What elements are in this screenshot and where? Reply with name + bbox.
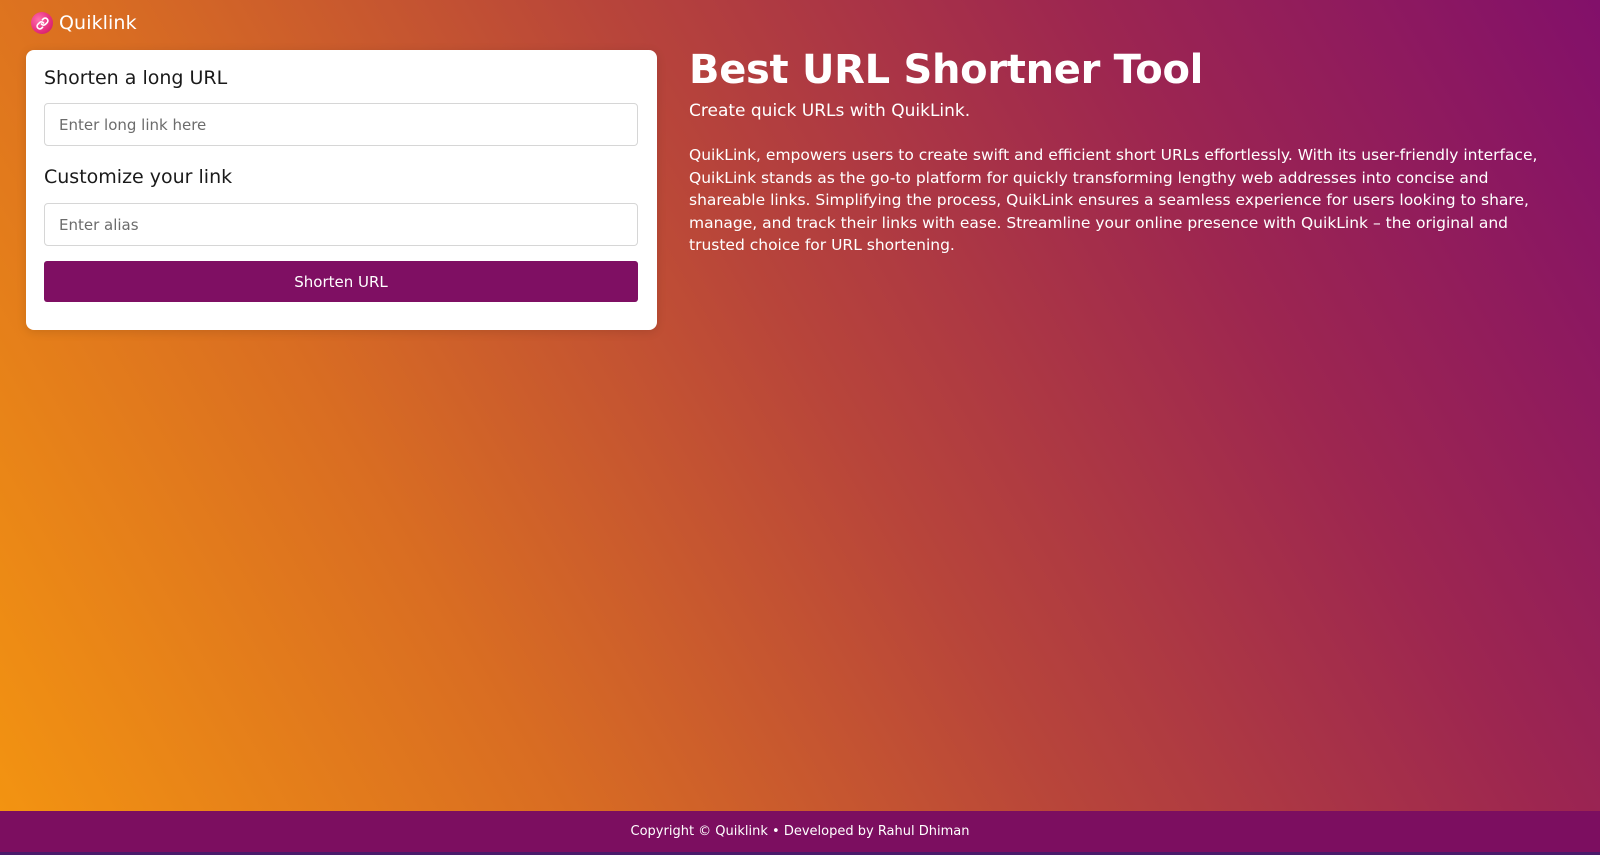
site-header: Quiklink [31,11,137,35]
site-footer: Copyright © Quiklink • Developed by Rahu… [0,811,1600,855]
copyright-text: Copyright © Quiklink • Developed by Rahu… [630,824,970,839]
page-subtitle: Create quick URLs with QuikLink. [689,101,971,121]
link-icon[interactable] [31,12,53,34]
long-url-heading: Shorten a long URL [44,67,228,89]
page-title: Best URL Shortner Tool [689,47,1204,93]
long-url-input[interactable] [44,103,638,146]
brand-name[interactable]: Quiklink [59,12,137,34]
customize-link-heading: Customize your link [44,166,233,188]
shorten-form-card: Shorten a long URL Customize your link S… [26,50,657,330]
description-paragraph: QuikLink, empowers users to create swift… [689,146,1538,254]
alias-input[interactable] [44,203,638,246]
shorten-url-button[interactable]: Shorten URL [44,261,638,302]
